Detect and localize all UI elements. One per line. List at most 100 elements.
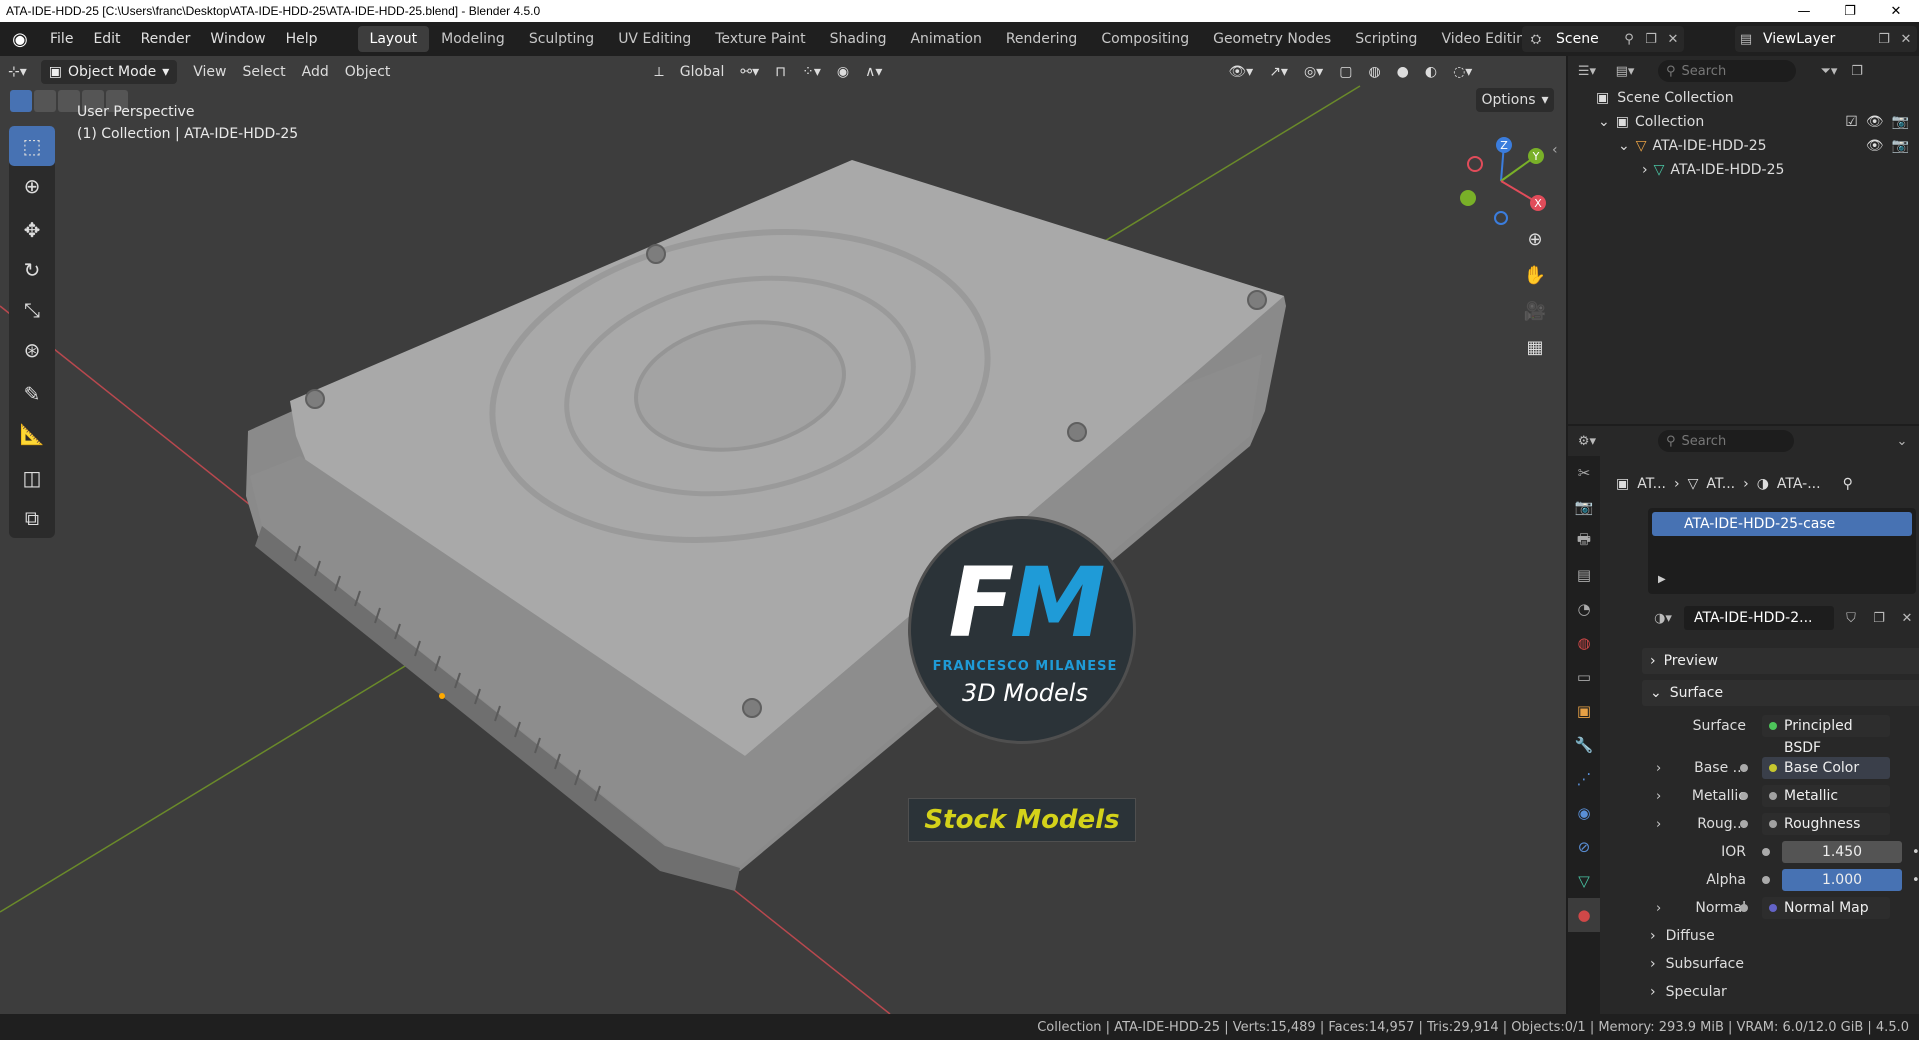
alpha-field[interactable]: 1.000 xyxy=(1782,869,1902,891)
view-layer-tab-icon[interactable]: ▤ xyxy=(1568,558,1600,592)
menu-view[interactable]: View xyxy=(185,60,234,84)
world-tab-icon[interactable]: ◍ xyxy=(1568,626,1600,660)
gizmo-toggle-icon[interactable]: ↗▾ xyxy=(1261,60,1296,84)
pin-icon[interactable]: ⚲ xyxy=(1843,476,1853,492)
proportional-edit-icon[interactable]: ◉ xyxy=(829,60,857,84)
surface-panel-header[interactable]: ⌄ Surface xyxy=(1642,680,1919,706)
eye-icon[interactable]: 👁 xyxy=(1866,138,1884,154)
outliner-object[interactable]: ⌄ ▽ ATA-IDE-HDD-25 👁 📷 xyxy=(1568,134,1919,158)
base-color-field[interactable]: Base Color xyxy=(1762,757,1890,779)
sidebar-toggle-icon[interactable]: ‹ xyxy=(1552,142,1558,158)
tab-compositing[interactable]: Compositing xyxy=(1089,26,1201,52)
surface-shader-field[interactable]: Principled BSDF xyxy=(1762,715,1890,756)
menu-help[interactable]: Help xyxy=(276,26,328,52)
delete-view-layer-icon[interactable]: ✕ xyxy=(1895,32,1917,47)
render-camera-icon[interactable]: 📷 xyxy=(1892,138,1909,154)
normal-field[interactable]: Normal Map xyxy=(1762,897,1890,919)
expand-slots-icon[interactable]: ▶ xyxy=(1658,574,1666,585)
preview-panel-header[interactable]: › Preview xyxy=(1642,648,1919,674)
fake-user-icon[interactable]: ⛉ xyxy=(1840,611,1862,626)
material-browse-icon[interactable]: ◑▾ xyxy=(1648,611,1678,626)
physics-tab-icon[interactable]: ◉ xyxy=(1568,796,1600,830)
pin-icon[interactable]: ⚲ xyxy=(1618,32,1640,47)
outliner-collection[interactable]: ⌄ ▣ Collection ☑ 👁 📷 xyxy=(1568,110,1919,134)
scene-selector[interactable]: ⛭ Scene ⚲ ❐ ✕ xyxy=(1522,26,1684,52)
render-camera-icon[interactable]: 📷 xyxy=(1892,114,1909,130)
menu-object[interactable]: Object xyxy=(337,60,399,84)
chevron-right-icon[interactable]: › xyxy=(1656,901,1661,916)
tab-animation[interactable]: Animation xyxy=(898,26,993,52)
scale-tool-icon[interactable]: ⤡ xyxy=(9,290,55,330)
annotate-tool-icon[interactable]: ✎ xyxy=(9,374,55,414)
restore-icon[interactable]: ❐ xyxy=(1827,0,1873,22)
options-dropdown[interactable]: Options ▾ xyxy=(1476,88,1554,112)
roughness-field[interactable]: Roughness xyxy=(1762,813,1890,835)
tool-tab-icon[interactable]: ✂ xyxy=(1568,456,1600,490)
cursor-tool-icon[interactable]: ⊕ xyxy=(9,166,55,206)
chevron-right-icon[interactable]: › xyxy=(1656,761,1661,776)
chevron-right-icon[interactable]: › xyxy=(1656,789,1661,804)
perspective-grid-icon[interactable]: ▦ xyxy=(1518,330,1552,364)
solid-shading-icon[interactable]: ● xyxy=(1389,60,1417,84)
unlink-material-icon[interactable]: ✕ xyxy=(1896,611,1918,626)
falloff-icon[interactable]: ∧▾ xyxy=(857,60,890,84)
pivot-point-icon[interactable]: ⚯▾ xyxy=(732,60,767,84)
minimize-icon[interactable]: — xyxy=(1781,0,1827,22)
outliner-mesh[interactable]: › ▽ ATA-IDE-HDD-25 xyxy=(1568,158,1919,182)
delete-scene-icon[interactable]: ✕ xyxy=(1662,32,1684,47)
subsurface-subpanel[interactable]: › Subsurface xyxy=(1642,952,1744,976)
checkbox-icon[interactable]: ☑ xyxy=(1845,114,1858,130)
add-cube-tool-icon[interactable]: ◫ xyxy=(9,458,55,498)
duplicate-material-icon[interactable]: ❐ xyxy=(1868,611,1890,626)
view-layer-selector[interactable]: ▤ ViewLayer ❐ ✕ xyxy=(1735,26,1917,52)
particles-tab-icon[interactable]: ⋰ xyxy=(1568,762,1600,796)
filter-icon[interactable]: ⏷▾ xyxy=(1818,64,1840,79)
display-mode-icon[interactable]: ▤▾ xyxy=(1614,64,1636,79)
menu-select[interactable]: Select xyxy=(234,60,293,84)
data-tab-icon[interactable]: ▽ xyxy=(1568,864,1600,898)
navigation-gizmo[interactable]: Z Y X xyxy=(1456,136,1546,226)
scene-tab-icon[interactable]: ◔ xyxy=(1568,592,1600,626)
snap-target-icon[interactable]: ⁘▾ xyxy=(794,60,829,84)
extrude-tool-icon[interactable]: ⧉ xyxy=(9,498,55,538)
orientation-dropdown[interactable]: Global xyxy=(672,60,733,84)
wireframe-shading-icon[interactable]: ◍ xyxy=(1360,60,1388,84)
menu-file[interactable]: File xyxy=(40,26,83,52)
transform-tool-icon[interactable]: ⊛ xyxy=(9,330,55,370)
constraints-tab-icon[interactable]: ⊘ xyxy=(1568,830,1600,864)
metallic-field[interactable]: Metallic xyxy=(1762,785,1890,807)
tab-sculpting[interactable]: Sculpting xyxy=(517,26,606,52)
specular-subpanel[interactable]: › Specular xyxy=(1642,980,1727,1004)
modifier-tab-icon[interactable]: 🔧 xyxy=(1568,728,1600,762)
ior-field[interactable]: 1.450 xyxy=(1782,841,1902,863)
outliner-search-input[interactable]: ⚲ Search xyxy=(1658,60,1796,82)
overlays-icon[interactable]: ◎▾ xyxy=(1296,60,1331,84)
output-tab-icon[interactable]: 🖶 xyxy=(1568,524,1600,558)
diffuse-subpanel[interactable]: › Diffuse xyxy=(1642,924,1715,948)
xray-icon[interactable]: ▢ xyxy=(1331,60,1360,84)
tab-texture-paint[interactable]: Texture Paint xyxy=(703,26,817,52)
material-tab-icon[interactable]: ● xyxy=(1568,898,1600,932)
menu-window[interactable]: Window xyxy=(200,26,275,52)
rendered-shading-icon[interactable]: ◌▾ xyxy=(1445,60,1480,84)
tab-scripting[interactable]: Scripting xyxy=(1343,26,1429,52)
menu-edit[interactable]: Edit xyxy=(83,26,130,52)
chevron-right-icon[interactable]: › xyxy=(1656,817,1661,832)
render-tab-icon[interactable]: 📷 xyxy=(1568,490,1600,524)
editor-type-icon[interactable]: ⊹▾ xyxy=(0,60,35,84)
chevron-down-icon[interactable]: ⌄ xyxy=(1618,138,1630,154)
outliner-editor-icon[interactable]: ☰▾ xyxy=(1576,64,1598,79)
visibility-icon[interactable]: 👁▾ xyxy=(1220,60,1261,84)
select-new-icon[interactable] xyxy=(10,90,32,112)
tab-modeling[interactable]: Modeling xyxy=(429,26,517,52)
object-tab-icon[interactable]: ▣ xyxy=(1568,694,1600,728)
new-view-layer-icon[interactable]: ❐ xyxy=(1873,32,1895,47)
camera-view-icon[interactable]: 🎥 xyxy=(1518,294,1552,328)
new-collection-icon[interactable]: ❐ xyxy=(1846,64,1868,79)
material-slot-item[interactable]: ATA-IDE-HDD-25-case xyxy=(1652,512,1912,536)
menu-render[interactable]: Render xyxy=(131,26,201,52)
tab-geometry-nodes[interactable]: Geometry Nodes xyxy=(1201,26,1343,52)
object-mode-dropdown[interactable]: ▣ Object Mode ▾ xyxy=(40,60,178,84)
eye-icon[interactable]: 👁 xyxy=(1866,114,1884,130)
chevron-down-icon[interactable]: ⌄ xyxy=(1598,114,1610,130)
